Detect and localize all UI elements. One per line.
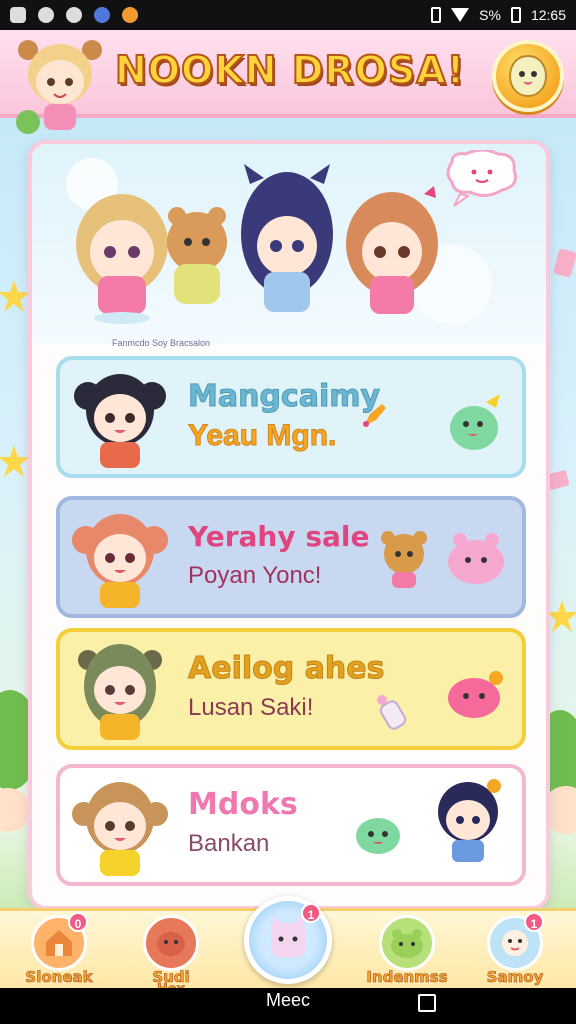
system-navigation-bar: Meec [0,988,576,1024]
card-character-avatar [70,506,170,614]
character-banner [32,144,546,344]
nav-item-samoy[interactable]: 1 Samoy [470,912,560,986]
pencil-icon [363,404,386,427]
card-subtitle: Poyan Yonc! [188,562,322,589]
status-bar: S% 12:65 [0,0,576,30]
card-character-avatar [70,774,170,882]
card-title: Mdoks [188,787,298,822]
menu-card-1[interactable]: Mangcaimy Yeau Mgn. [56,356,526,478]
menu-card-4[interactable]: Mdoks Bankan [56,764,526,886]
card-title: Yerahy sale [188,520,370,553]
banner-caption: Fanmcdo Soy Bracsalon [112,338,211,348]
nav-label: Indenmss [366,968,448,986]
center-label: Meec [265,990,310,1010]
shield-notification-icon [94,7,110,23]
ghost-face-icon [508,54,548,98]
card-title: Mangcaimy [187,379,381,415]
settings-notification-icon [38,7,54,23]
app-title: NOOKN DROSA! [114,47,466,93]
clock: 12:65 [530,7,566,23]
nav-item-sloneak[interactable]: 0 Sloneak [14,912,104,986]
nav-label: Sloneak [25,968,93,986]
pink-blob-icon [448,671,503,718]
pink-bunny-icon [448,533,504,584]
bear-toy-icon [381,531,427,588]
main-panel: Fanmcdo Soy Bracsalon Mangcaimy Yeau Mgn… [28,140,550,910]
battery-percent: S% [479,7,501,23]
nav-label: Samoy [486,968,544,986]
frog-face-icon [379,915,435,971]
wifi-icon [451,8,470,22]
recent-apps-icon[interactable] [418,994,436,1012]
baby-bottle-icon [377,695,407,730]
menu-card-2[interactable]: Yerahy sale Poyan Yonc! [56,496,526,618]
nav-item-indenmss[interactable]: Indenmss [362,915,452,985]
notification-icon [10,7,26,23]
notification-badge: 1 [301,903,321,923]
nav-item-sudi[interactable]: Sudi Hex [126,915,216,996]
card-subtitle: Bankan [188,830,270,857]
card-character-avatar [70,366,170,474]
green-slime-icon [356,818,400,854]
card-subtitle: Lusan Saki! [188,694,314,721]
card-title: Aeilog ahes [187,651,385,687]
menu-card-3[interactable]: Aeilog ahes Lusan Saki! [56,628,526,750]
notification-badge: 1 [524,912,544,932]
battery-small-icon [431,7,442,23]
green-creature-icon [450,394,500,450]
battery-icon [510,7,521,23]
orange-notification-icon [122,7,138,23]
character-face-icon: 1 [487,912,544,971]
card-character-avatar [70,638,170,746]
house-icon: 0 [31,912,88,971]
center-action-button[interactable]: 1 [244,896,332,984]
app-notification-icon [66,7,82,23]
speech-bubble-icon [442,148,522,214]
app-header: NOOKN DROSA! [0,30,576,134]
mascot-menu-button[interactable] [492,40,564,112]
card-subtitle: Yeau Mgn. [187,419,337,453]
navy-hair-character-icon [438,779,501,862]
notification-badge: 0 [68,912,88,932]
blob-face-icon [143,915,199,971]
